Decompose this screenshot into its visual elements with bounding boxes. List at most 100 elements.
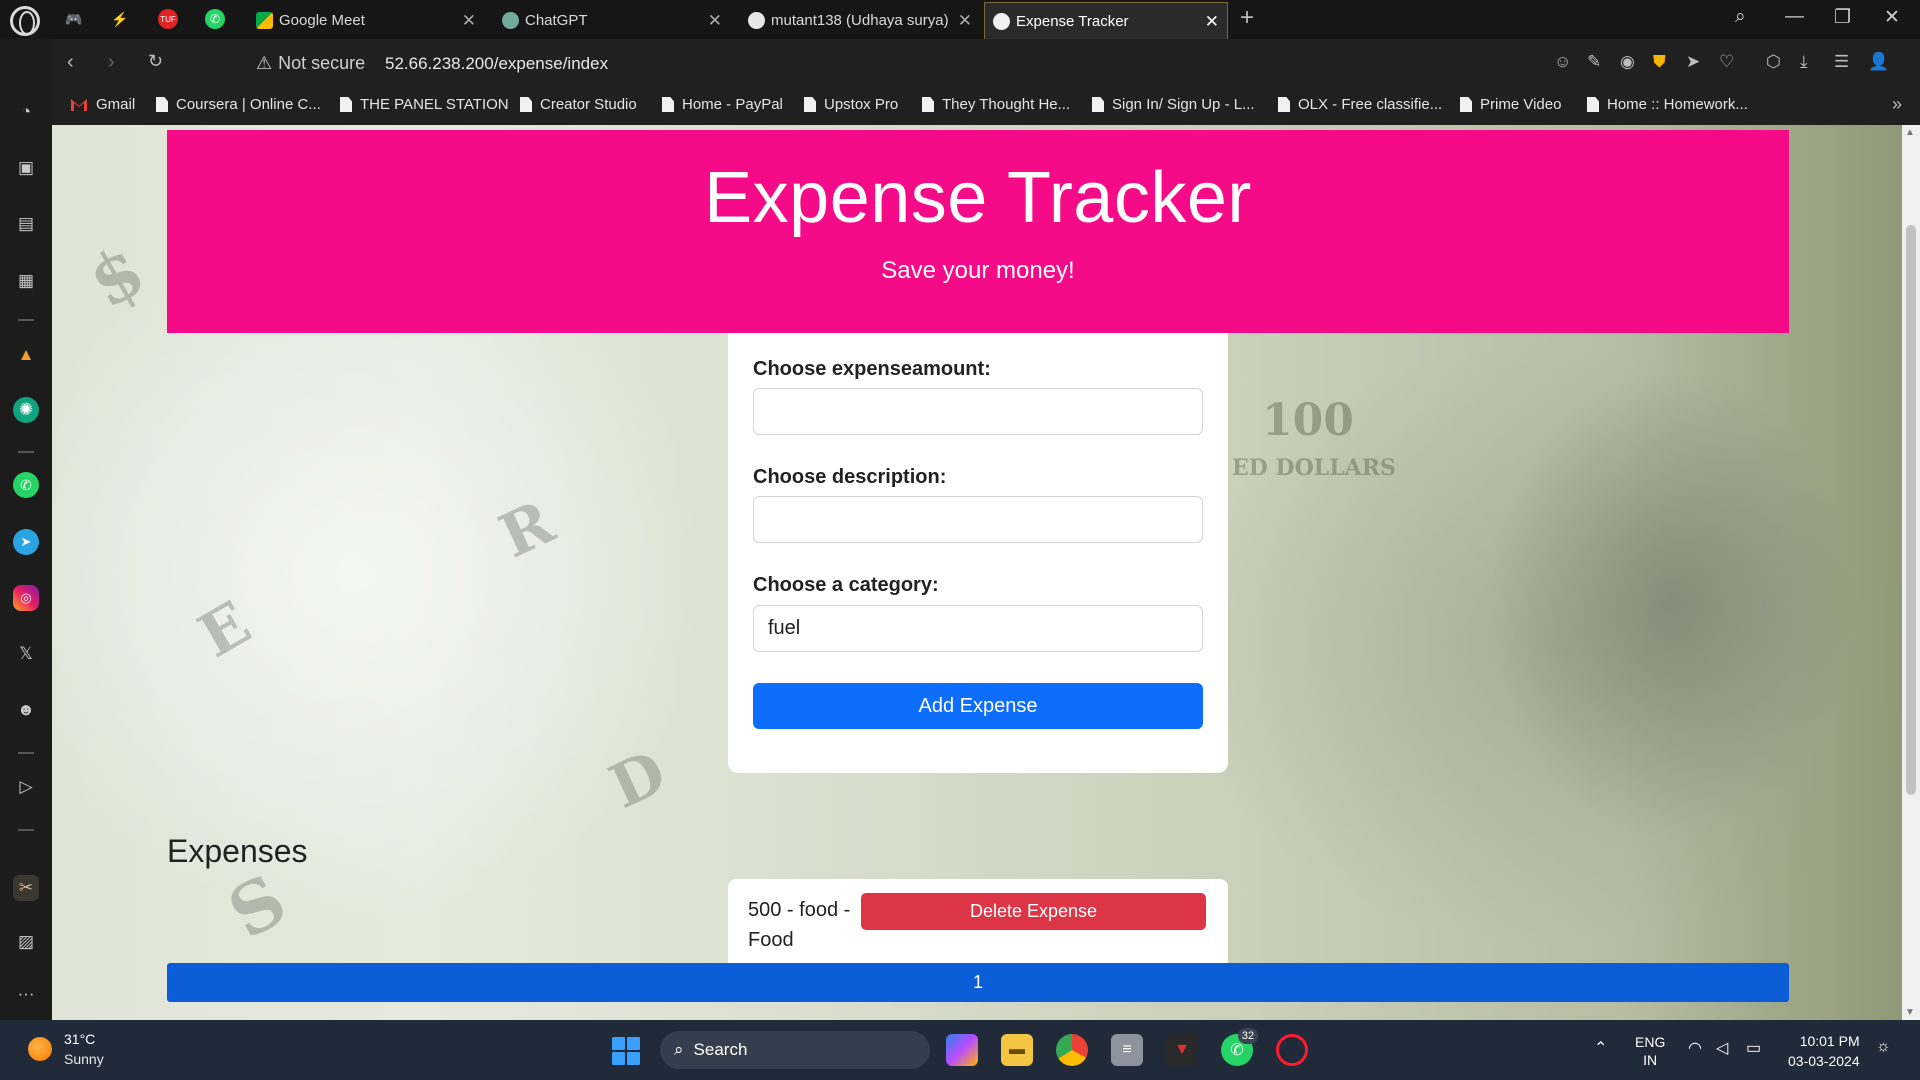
heart-icon[interactable]: ♡ — [1719, 52, 1734, 72]
bookmark-gmail[interactable]: Gmail — [70, 96, 135, 113]
minimize-button[interactable]: — — [1785, 6, 1804, 28]
windows-taskbar: 31°C Sunny ⌕ Search ▬ ≡ ▼ ✆ 32 ⌃ ENG IN … — [0, 1020, 1920, 1080]
send-icon[interactable]: ➤ — [1686, 52, 1700, 72]
windows-logo-pane — [612, 1052, 625, 1065]
whatsapp-tab-icon[interactable]: ✆ — [205, 9, 225, 29]
wifi-icon[interactable]: ◠ — [1688, 1038, 1702, 1058]
pagination-page-button[interactable]: 1 — [167, 963, 1789, 1002]
battery-icon[interactable]: ▭ — [1746, 1038, 1761, 1058]
chatgpt-sidebar-icon[interactable]: ✺ — [13, 397, 39, 423]
weather-description[interactable]: Sunny — [64, 1051, 104, 1067]
scrollbar-thumb[interactable] — [1906, 225, 1916, 795]
category-input[interactable] — [753, 605, 1203, 652]
close-tab-icon[interactable]: ✕ — [708, 11, 722, 31]
flash-icon[interactable]: ⚡ — [110, 9, 130, 29]
shopping-icon[interactable]: ▣ — [13, 155, 39, 181]
description-input[interactable] — [753, 496, 1203, 543]
tab-title: Expense Tracker — [1016, 12, 1129, 30]
bookmark-coursera[interactable]: Coursera | Online C... — [156, 96, 321, 113]
reload-button[interactable]: ↻ — [148, 51, 163, 72]
chatgpt-icon — [502, 12, 519, 29]
copilot-icon[interactable] — [946, 1034, 978, 1066]
weather-temperature[interactable]: 31°C — [64, 1031, 95, 1047]
workspace-icon[interactable]: ✂ — [13, 875, 39, 901]
profile-icon[interactable]: 👤 — [1868, 52, 1889, 72]
player-icon[interactable]: ▷ — [13, 774, 39, 800]
bookmark-homework[interactable]: Home :: Homework... — [1587, 96, 1748, 113]
more-bookmarks-icon[interactable]: » — [1892, 94, 1902, 115]
sidebar-divider — [18, 752, 34, 754]
x-twitter-icon[interactable]: 𝕏 — [13, 641, 39, 667]
shield-icon[interactable]: ⛊ — [1653, 52, 1666, 72]
close-tab-icon[interactable]: ✕ — [958, 11, 972, 31]
tab-chatgpt[interactable]: ChatGPT ✕ — [494, 2, 730, 39]
volume-icon[interactable]: ◁ — [1716, 1038, 1728, 1058]
bookmark-upstox[interactable]: Upstox Pro — [804, 96, 898, 113]
bookmark-sign-in[interactable]: Sign In/ Sign Up - L... — [1092, 96, 1255, 113]
aria-icon[interactable]: ▲ — [13, 342, 39, 368]
amount-input[interactable] — [753, 388, 1203, 435]
category-label: Choose a category: — [753, 574, 939, 596]
start-button[interactable] — [612, 1037, 640, 1065]
opera-menu-icon[interactable] — [10, 6, 40, 36]
camera-icon[interactable]: ◉ — [1620, 52, 1635, 72]
speed-dial-icon[interactable]: ◔ — [13, 99, 39, 125]
cube-icon[interactable]: ⬡ — [1766, 52, 1781, 72]
notifications-icon[interactable]: ☼ — [1876, 1038, 1891, 1056]
tuf-icon[interactable]: TUF — [158, 9, 178, 29]
restore-button[interactable]: ❐ — [1834, 6, 1851, 29]
bookmark-panel-station[interactable]: THE PANEL STATION — [340, 96, 509, 113]
gallery-icon[interactable]: ▨ — [13, 929, 39, 955]
forward-button[interactable]: › — [108, 51, 115, 74]
page-icon — [156, 97, 168, 112]
scroll-down-icon[interactable]: ▼ — [1905, 1007, 1915, 1018]
search-tabs-icon[interactable]: ⌕ — [1735, 6, 1746, 28]
system-clock[interactable]: 10:01 PM 03-03-2024 — [1788, 1031, 1860, 1071]
new-tab-button[interactable]: + — [1240, 4, 1254, 32]
show-hidden-icons[interactable]: ⌃ — [1594, 1038, 1607, 1058]
predator-sense-icon[interactable]: ▼ — [1166, 1034, 1198, 1066]
instagram-icon[interactable]: ◎ — [13, 585, 39, 611]
discord-icon[interactable]: ☻ — [13, 697, 39, 723]
taskbar-search[interactable]: ⌕ Search — [660, 1031, 930, 1069]
more-options-icon[interactable]: ··· — [13, 981, 39, 1007]
bookmark-prime-video[interactable]: Prime Video — [1460, 96, 1561, 113]
emoji-icon[interactable]: ☺ — [1554, 52, 1571, 72]
security-indicator[interactable]: ⚠ Not secure — [256, 53, 365, 74]
tab-google-meet[interactable]: Google Meet ✕ — [248, 2, 484, 39]
url-field[interactable]: 52.66.238.200/expense/index — [385, 54, 608, 74]
chrome-icon[interactable] — [1056, 1034, 1088, 1066]
close-tab-icon[interactable]: ✕ — [1205, 12, 1219, 32]
cpu-icon[interactable]: ▦ — [13, 268, 39, 294]
search-placeholder: Search — [693, 1040, 748, 1059]
bookmark-olx[interactable]: OLX - Free classifie... — [1278, 96, 1442, 113]
add-expense-button[interactable]: Add Expense — [753, 683, 1203, 729]
bookmark-paypal[interactable]: Home - PayPal — [662, 96, 783, 113]
telegram-icon[interactable]: ➤ — [13, 529, 39, 555]
whatsapp-sidebar-icon[interactable]: ✆ — [13, 472, 39, 498]
tab-expense-tracker[interactable]: Expense Tracker ✕ — [984, 2, 1228, 39]
expense-details: 500 - food - Food — [748, 899, 851, 951]
bookmarks-bar: Gmail Coursera | Online C... THE PANEL S… — [52, 88, 1920, 125]
bookmark-they-thought[interactable]: They Thought He... — [922, 96, 1070, 113]
bookmark-creator-studio[interactable]: Creator Studio — [520, 96, 637, 113]
close-tab-icon[interactable]: ✕ — [462, 11, 476, 31]
language-indicator[interactable]: ENG IN — [1635, 1033, 1665, 1069]
database-icon[interactable]: ≡ — [1111, 1034, 1143, 1066]
opera-taskbar-icon[interactable] — [1276, 1034, 1308, 1066]
tab-github[interactable]: mutant138 (Udhaya surya) ✕ — [740, 2, 980, 39]
delete-expense-button[interactable]: Delete Expense — [861, 893, 1206, 930]
file-explorer-icon[interactable]: ▬ — [1001, 1034, 1033, 1066]
download-icon[interactable]: ⤓ — [1800, 52, 1808, 72]
scroll-up-icon[interactable]: ▲ — [1905, 127, 1915, 138]
edit-icon[interactable]: ✎ — [1587, 52, 1601, 72]
notification-badge: 32 — [1238, 1028, 1258, 1044]
gamepad-icon[interactable]: 🎮 — [64, 9, 84, 29]
back-button[interactable]: ‹ — [67, 51, 74, 74]
close-window-button[interactable]: ✕ — [1884, 6, 1900, 29]
weather-sun-icon[interactable] — [28, 1037, 52, 1061]
twitch-icon[interactable]: ▤ — [13, 211, 39, 237]
settings-sliders-icon[interactable]: ☰ — [1834, 52, 1849, 72]
tab-title: mutant138 (Udhaya surya) — [771, 12, 949, 29]
page-scrollbar[interactable]: ▲ ▼ — [1902, 125, 1920, 1020]
